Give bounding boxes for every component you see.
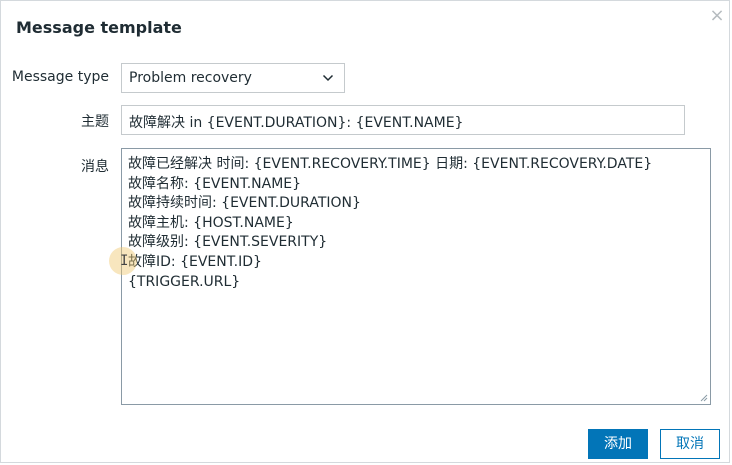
message-line: 故障名称: {EVENT.NAME} (128, 175, 302, 192)
message-type-label: Message type (11, 69, 109, 85)
message-label: 消息 (81, 159, 109, 175)
message-type-value: Problem recovery (129, 70, 252, 86)
close-icon[interactable]: × (708, 7, 726, 25)
message-line: 故障级别: {EVENT.SEVERITY} (128, 234, 328, 251)
message-template-dialog: Message template × Message type Problem … (0, 0, 730, 463)
message-line: 故障持续时间: {EVENT.DURATION} (128, 195, 361, 212)
message-line: 故障已经解决 时间: {EVENT.RECOVERY.TIME} 日期: {EV… (128, 156, 653, 172)
text-cursor-icon: I (120, 253, 129, 269)
subject-input[interactable]: 故障解决 in {EVENT.DURATION}: {EVENT.NAME} (121, 105, 685, 135)
resize-grip-icon[interactable] (700, 394, 708, 402)
chevron-down-icon (322, 74, 334, 82)
message-type-select[interactable]: Problem recovery (121, 63, 345, 93)
message-line: 故障主机: {HOST.NAME} (128, 214, 294, 231)
message-textarea[interactable]: 故障已经解决 时间: {EVENT.RECOVERY.TIME} 日期: {EV… (121, 148, 711, 405)
message-text: 故障已经解决 时间: {EVENT.RECOVERY.TIME} 日期: {EV… (128, 155, 652, 292)
add-button[interactable]: 添加 (588, 429, 648, 459)
dialog-title: Message template (16, 18, 182, 37)
message-line: 故障ID: {EVENT.ID} (128, 253, 262, 270)
message-line: {TRIGGER.URL} (128, 273, 241, 290)
subject-label: 主题 (81, 114, 109, 130)
subject-value: 故障解决 in {EVENT.DURATION}: {EVENT.NAME} (129, 115, 464, 131)
cancel-button[interactable]: 取消 (660, 429, 720, 459)
